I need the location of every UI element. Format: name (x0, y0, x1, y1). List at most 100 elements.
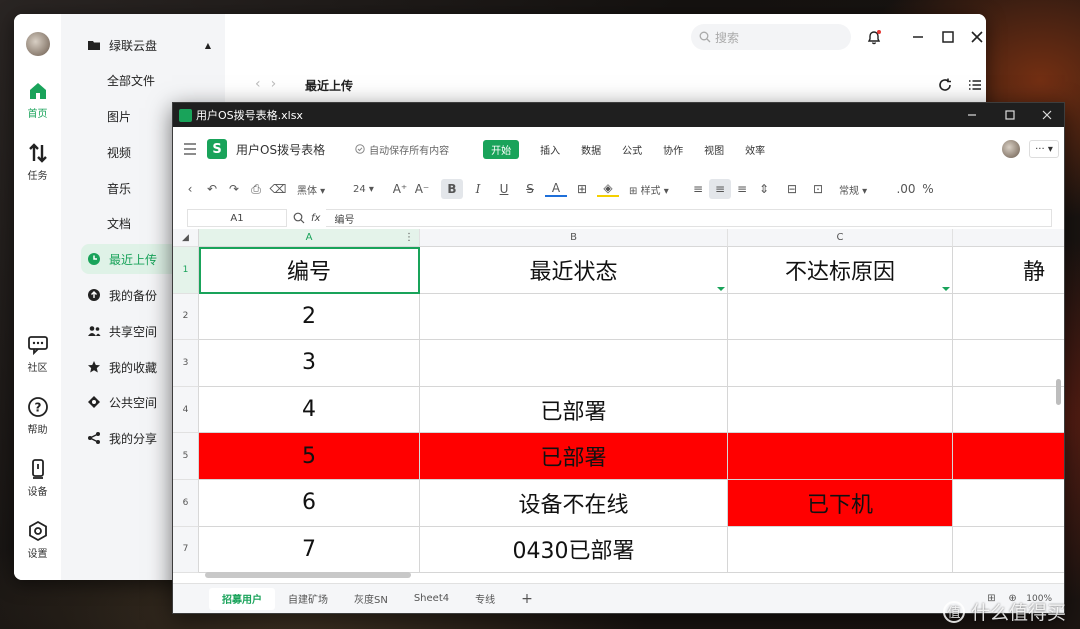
column-header-d[interactable] (953, 229, 1064, 247)
row-header[interactable]: 5 (173, 433, 199, 480)
column-header-a[interactable]: A ⋮ (199, 229, 420, 247)
align-left-icon[interactable]: ≡ (687, 179, 709, 199)
table-cell[interactable]: 已下机 (728, 480, 953, 527)
horizontal-scrollbar[interactable] (205, 572, 411, 578)
table-cell[interactable] (728, 386, 953, 434)
doc-title[interactable]: 用户OS拨号表格 (236, 141, 325, 158)
notification-button[interactable] (865, 28, 883, 46)
decimal-icon[interactable]: .00 (895, 179, 917, 199)
back-icon[interactable]: ‹ (255, 76, 271, 92)
tab-collab[interactable]: 协作 (663, 142, 683, 157)
sheet-tab[interactable]: Sheet4 (401, 588, 462, 610)
collapse-caret-icon[interactable]: ▲ (205, 41, 211, 50)
font-decrease-icon[interactable]: A⁻ (411, 179, 433, 199)
filter-dropdown-icon[interactable] (942, 286, 950, 291)
fx-icon[interactable]: fx (311, 213, 320, 224)
table-cell[interactable] (953, 340, 1064, 387)
underline-icon[interactable]: U (493, 179, 515, 199)
rail-tasks[interactable]: 任务 (14, 142, 61, 182)
tab-efficiency[interactable]: 效率 (745, 142, 765, 157)
italic-icon[interactable]: I (467, 179, 489, 199)
table-cell[interactable] (728, 293, 953, 341)
wrap-text-icon[interactable]: ⊡ (807, 179, 829, 199)
tab-view[interactable]: 视图 (704, 142, 724, 157)
table-cell[interactable]: 设备不在线 (420, 480, 728, 527)
table-cell[interactable] (953, 433, 1064, 480)
table-cell[interactable]: 编号 (199, 247, 420, 294)
more-menu-button[interactable]: ··· ▾ (1029, 140, 1059, 158)
align-center-icon[interactable]: ≡ (709, 179, 731, 199)
table-cell[interactable]: 3 (199, 340, 420, 387)
sheet-tab[interactable]: 灰度SN (341, 588, 401, 610)
vertical-align-icon[interactable]: ⇕ (753, 179, 775, 199)
nav-item-all-files[interactable]: 全部文件 (81, 65, 219, 95)
table-cell[interactable]: 最近状态 (420, 247, 728, 294)
redo-icon[interactable]: ↷ (223, 179, 245, 199)
table-cell[interactable] (728, 433, 953, 480)
table-cell[interactable] (420, 340, 728, 387)
avatar[interactable] (1002, 140, 1020, 158)
ss-maximize-button[interactable] (991, 103, 1029, 127)
border-icon[interactable]: ⊞ (571, 179, 593, 199)
zoom-search-icon[interactable] (293, 212, 305, 224)
collapse-icon[interactable]: ‹ (179, 179, 201, 199)
fill-color-icon[interactable]: ◈ (597, 181, 619, 197)
rail-help[interactable]: ? 帮助 (14, 396, 61, 436)
nav-item-cloud-drive[interactable]: 绿联云盘 ▲ (81, 30, 219, 60)
sheet-tab[interactable]: 自建矿场 (275, 588, 341, 610)
sheet-tab[interactable]: 专线 (462, 588, 508, 610)
table-cell[interactable] (953, 294, 1064, 341)
font-size-select[interactable]: 24 ▾ (353, 184, 389, 195)
column-menu-icon[interactable]: ⋮ (404, 232, 414, 243)
maximize-button[interactable] (939, 28, 957, 46)
bold-icon[interactable]: B (441, 179, 463, 199)
filter-dropdown-icon[interactable] (717, 286, 725, 291)
rail-settings[interactable]: 设置 (14, 520, 61, 560)
select-all-corner[interactable]: ◢ (173, 229, 199, 247)
merge-cells-icon[interactable]: ⊟ (781, 179, 803, 199)
name-box[interactable]: A1 (187, 209, 287, 227)
font-color-icon[interactable]: A (545, 181, 567, 197)
minimize-button[interactable] (909, 28, 927, 46)
table-cell[interactable]: 4 (199, 386, 420, 434)
sheet-tab[interactable]: 招募用户 (209, 587, 275, 610)
avatar[interactable] (26, 32, 50, 56)
tab-home[interactable]: 开始 (483, 139, 520, 159)
ss-minimize-button[interactable] (953, 103, 991, 127)
formula-input[interactable]: 编号 (326, 209, 1052, 227)
table-cell[interactable]: 2 (199, 293, 420, 341)
table-cell[interactable] (953, 527, 1064, 574)
number-format-select[interactable]: 常规 ▾ (839, 182, 895, 197)
rail-home[interactable]: 首页 (14, 80, 61, 120)
cell-style-select[interactable]: ⊞ 样式 ▾ (629, 182, 679, 197)
refresh-button[interactable] (936, 76, 954, 94)
vertical-scrollbar[interactable] (1056, 379, 1061, 405)
table-cell[interactable]: 已部署 (420, 433, 728, 480)
table-cell[interactable]: 静 (953, 247, 1064, 294)
table-cell[interactable] (728, 340, 953, 387)
hamburger-icon[interactable] (183, 143, 197, 155)
table-cell[interactable]: 不达标原因 (728, 247, 953, 294)
table-cell[interactable]: 已部署 (420, 386, 728, 434)
column-header-c[interactable]: C (728, 229, 953, 247)
tab-formula[interactable]: 公式 (622, 142, 642, 157)
format-painter-icon[interactable]: ⎙ (245, 179, 267, 199)
eraser-icon[interactable]: ⌫ (267, 179, 289, 199)
table-cell[interactable]: 7 (199, 526, 420, 574)
table-cell[interactable]: 0430已部署 (420, 526, 728, 574)
row-header[interactable]: 2 (173, 293, 199, 341)
ss-close-button[interactable] (1028, 103, 1064, 127)
list-view-button[interactable] (966, 76, 984, 94)
table-cell[interactable] (953, 387, 1064, 434)
row-header[interactable]: 4 (173, 386, 199, 434)
tab-data[interactable]: 数据 (581, 142, 601, 157)
table-cell[interactable] (420, 293, 728, 341)
row-header[interactable]: 7 (173, 526, 199, 574)
row-header[interactable]: 6 (173, 480, 199, 527)
strikethrough-icon[interactable]: S (519, 179, 541, 199)
column-header-b[interactable]: B (420, 229, 728, 247)
table-cell[interactable]: 5 (199, 433, 420, 480)
rail-device[interactable]: 设备 (14, 458, 61, 498)
search-input[interactable]: 搜索 (691, 24, 851, 50)
row-header[interactable]: 3 (173, 340, 199, 387)
